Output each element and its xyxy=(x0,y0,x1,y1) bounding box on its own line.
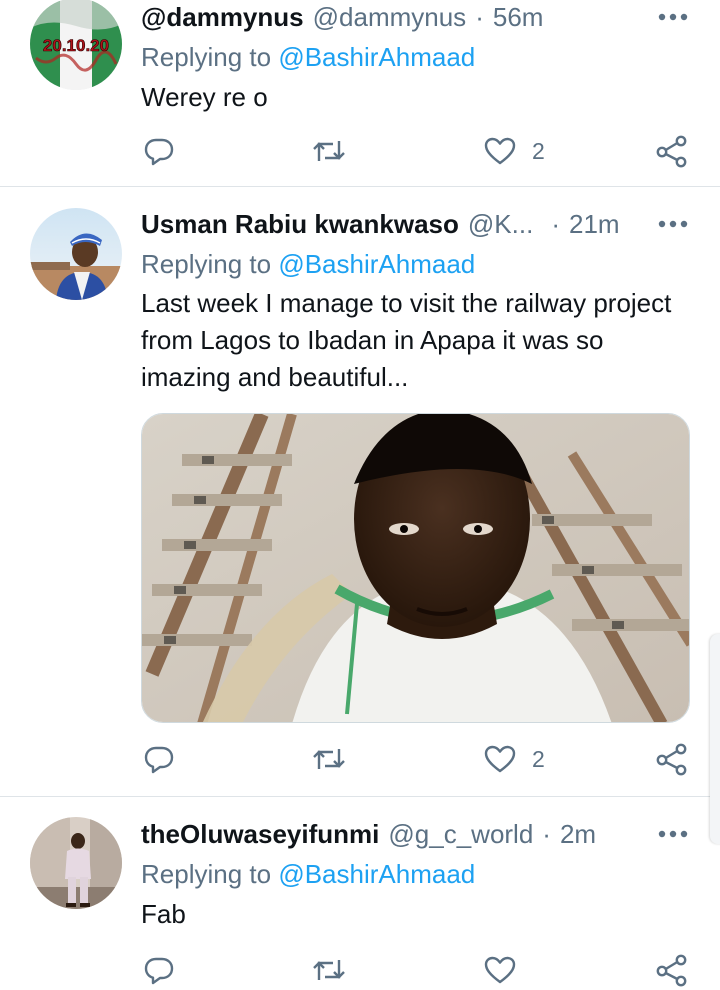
display-name[interactable]: theOluwaseyifunmi xyxy=(141,819,379,850)
handle[interactable]: @K xyxy=(468,209,512,240)
separator: · xyxy=(542,818,551,849)
reply-button[interactable] xyxy=(143,131,175,171)
handle-secondary[interactable]: @dammynus xyxy=(313,2,467,33)
tweet-header: theOluwaseyifunmi @g_c_world · 2m xyxy=(141,817,690,851)
reply-button[interactable] xyxy=(143,739,175,779)
separator: · xyxy=(551,208,560,239)
tweet-text: Fab xyxy=(141,899,186,929)
share-button[interactable] xyxy=(655,950,689,990)
timestamp[interactable]: 21m xyxy=(569,209,620,240)
share-icon xyxy=(656,954,687,987)
retweet-button[interactable] xyxy=(311,131,347,171)
replying-to: Replying to @BashirAhmaad xyxy=(141,42,475,73)
tweet-actions: 2 xyxy=(141,739,693,779)
replying-to-label: Replying to xyxy=(141,859,279,889)
retweet-icon xyxy=(313,960,345,980)
like-button[interactable]: 2 xyxy=(484,739,545,779)
reply-icon xyxy=(144,138,174,166)
mention-link[interactable]: @BashirAhmaad xyxy=(278,859,475,889)
flag-avatar-image: 20.10.20 xyxy=(30,0,122,90)
reply-icon xyxy=(144,746,174,774)
avatar[interactable] xyxy=(30,208,122,300)
user-avatar-image xyxy=(30,817,122,909)
more-icon[interactable] xyxy=(656,207,690,241)
replying-to-label: Replying to xyxy=(141,42,279,72)
tweet-header: @dammynus @dammynus · 56m xyxy=(141,0,690,34)
tweet-text: Werey re o xyxy=(141,82,268,112)
like-icon xyxy=(484,745,516,773)
like-button[interactable]: 2 xyxy=(484,131,545,171)
tweet-header: Usman Rabiu kwankwaso @K... · 21m xyxy=(141,207,690,241)
like-button[interactable] xyxy=(484,950,516,990)
tweet-text: Last week I manage to visit the railway … xyxy=(141,288,672,392)
like-count: 2 xyxy=(532,137,545,164)
timestamp[interactable]: 56m xyxy=(493,2,544,33)
more-icon[interactable] xyxy=(656,817,690,851)
like-icon xyxy=(484,956,516,984)
share-button[interactable] xyxy=(655,739,689,779)
retweet-button[interactable] xyxy=(311,950,347,990)
user-avatar-image xyxy=(30,208,122,300)
tweet-actions xyxy=(141,950,693,990)
reply-icon xyxy=(144,957,174,985)
tweet-dammynus[interactable]: 20.10.20 @dammynus @dammynus · 56m Reply… xyxy=(0,0,720,186)
tweet-photo[interactable] xyxy=(141,413,690,723)
like-count: 2 xyxy=(532,745,545,772)
share-icon xyxy=(656,743,687,776)
retweet-icon xyxy=(313,141,345,161)
like-icon xyxy=(484,137,516,165)
mention-link[interactable]: @BashirAhmaad xyxy=(278,42,475,72)
replying-to: Replying to @BashirAhmaad xyxy=(141,859,475,890)
tweet-actions: 2 xyxy=(141,131,693,171)
more-icon[interactable] xyxy=(656,0,690,34)
retweet-icon xyxy=(313,749,345,769)
avatar[interactable] xyxy=(30,817,122,909)
handle-ellipsis: ... xyxy=(511,208,534,239)
selfie-photo-image xyxy=(142,414,689,722)
reply-button[interactable] xyxy=(143,950,175,990)
handle[interactable]: @dammynus xyxy=(141,2,304,33)
scroll-handle[interactable] xyxy=(710,634,720,844)
share-icon xyxy=(656,135,687,168)
display-name[interactable]: Usman Rabiu kwankwaso xyxy=(141,209,459,240)
mention-link[interactable]: @BashirAhmaad xyxy=(278,249,475,279)
retweet-button[interactable] xyxy=(311,739,347,779)
avatar[interactable]: 20.10.20 xyxy=(30,0,122,90)
svg-text:20.10.20: 20.10.20 xyxy=(43,36,109,55)
replying-to: Replying to @BashirAhmaad xyxy=(141,249,475,280)
handle[interactable]: @g_c_world xyxy=(388,819,533,850)
share-button[interactable] xyxy=(655,131,689,171)
separator: · xyxy=(475,1,484,32)
replying-to-label: Replying to xyxy=(141,249,279,279)
tweet-oluwaseyifunmi[interactable]: theOluwaseyifunmi @g_c_world · 2m Replyi… xyxy=(0,797,720,990)
timestamp[interactable]: 2m xyxy=(560,819,596,850)
